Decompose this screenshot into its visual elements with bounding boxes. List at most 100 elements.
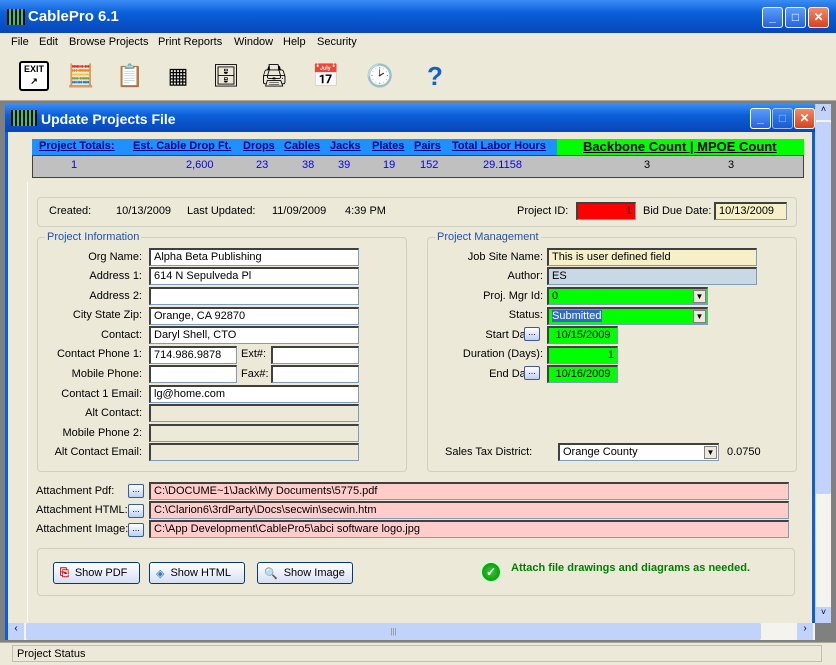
chevron-down-icon[interactable]: ▼ — [693, 310, 706, 323]
address1-input[interactable]: 614 N Sepulveda Pl — [149, 267, 359, 285]
menu-help[interactable]: Help — [283, 36, 306, 48]
end-date-input[interactable]: 10/16/2009 — [547, 365, 618, 383]
browse-html-button[interactable]: ... — [128, 504, 144, 518]
start-date-picker-button[interactable]: ... — [524, 327, 540, 341]
contact-phone1-label: Contact Phone 1: — [56, 348, 142, 360]
printer-icon[interactable]: 🖨 — [256, 58, 292, 94]
magnifier-icon: 🔍 — [264, 567, 278, 580]
menu-window[interactable]: Window — [234, 36, 273, 48]
scroll-down-button[interactable]: ˅ — [816, 607, 831, 623]
status-text: Project Status — [12, 645, 822, 662]
mobile-phone-input[interactable] — [149, 365, 237, 383]
alt-contact-email-input[interactable] — [149, 443, 359, 461]
city-state-zip-input[interactable]: Orange, CA 92870 — [149, 307, 359, 325]
sales-tax-select[interactable]: Orange County ▼ — [558, 443, 719, 461]
menu-browse-projects[interactable]: Browse Projects — [69, 36, 148, 48]
attachment-image-label: Attachment Image: — [36, 523, 129, 535]
show-pdf-label: Show PDF — [74, 567, 128, 579]
browse-pdf-button[interactable]: ... — [128, 484, 144, 498]
job-site-input[interactable]: This is user defined field — [547, 248, 757, 266]
show-pdf-button[interactable]: ⎘ Show PDF — [53, 562, 140, 584]
header-drops: Drops — [243, 140, 275, 152]
proj-mgr-select[interactable]: 0 ▼ — [547, 287, 708, 305]
file-cabinet-icon[interactable]: 🗄 — [208, 58, 244, 94]
alt-contact-input[interactable] — [149, 404, 359, 422]
contact-email-input[interactable]: lg@home.com — [149, 385, 359, 403]
created-date: 10/13/2009 — [116, 205, 172, 217]
menu-security[interactable]: Security — [317, 36, 357, 48]
author-label: Author: — [507, 270, 543, 282]
ext-input[interactable] — [271, 346, 359, 364]
bid-due-label: Bid Due Date: — [643, 205, 712, 217]
app-title-bar: CablePro 6.1 _ □ ✕ — [0, 0, 836, 33]
exit-icon[interactable]: EXIT ↗ — [16, 58, 52, 94]
vertical-scrollbar[interactable]: ˄ ˅ — [815, 104, 831, 623]
check-icon: ✓ — [480, 561, 502, 583]
project-id-field[interactable]: 1 — [576, 202, 636, 220]
horizontal-scrollbar[interactable]: ‹ ||| › — [8, 623, 815, 640]
minimize-button[interactable]: _ — [762, 7, 783, 28]
duration-input[interactable]: 1 — [547, 346, 618, 364]
project-management-title: Project Management — [435, 231, 541, 243]
org-name-input[interactable]: Alpha Beta Publishing — [149, 248, 359, 266]
updated-time: 4:39 PM — [345, 205, 386, 217]
show-image-label: Show Image — [283, 567, 345, 579]
menu-print-reports[interactable]: Print Reports — [158, 36, 222, 48]
attachment-pdf-input[interactable]: C:\DOCUME~1\Jack\My Documents\5775.pdf — [149, 482, 789, 500]
status-select[interactable]: Submitted ▼ — [547, 307, 708, 325]
child-minimize-button[interactable]: _ — [750, 108, 771, 129]
calendar-icon[interactable]: 📅 — [308, 58, 344, 94]
mpoe-count: 3 — [728, 159, 735, 171]
mobile-phone2-input[interactable] — [149, 424, 359, 442]
sales-tax-label: Sales Tax District: — [445, 446, 533, 458]
fax-label: Fax#: — [241, 368, 269, 380]
schedule-clock-icon[interactable]: 🕑 — [362, 58, 398, 94]
header-cables: Cables — [284, 140, 321, 152]
show-html-button[interactable]: ◈ Show HTML — [149, 562, 245, 584]
start-date-input[interactable]: 10/15/2009 — [547, 326, 618, 344]
chevron-down-icon[interactable]: ▼ — [704, 446, 717, 459]
horizontal-scroll-thumb[interactable]: ||| — [26, 623, 761, 640]
totals-values: 1 2,600 23 38 39 19 152 29.1158 3 3 — [32, 155, 804, 178]
scroll-right-button[interactable]: › — [797, 623, 813, 640]
header-labor-hours: Total Labor Hours — [452, 140, 546, 152]
attachment-image-input[interactable]: C:\App Development\CablePro5\abci softwa… — [149, 520, 789, 538]
scroll-left-button[interactable]: ‹ — [8, 623, 24, 640]
total-cable-drop: 2,600 — [186, 159, 214, 171]
total-plates: 19 — [383, 159, 396, 171]
checklist-icon[interactable]: 📋 — [112, 58, 148, 94]
close-button[interactable]: ✕ — [808, 7, 829, 28]
menu-file[interactable]: File — [11, 36, 29, 48]
attachment-html-input[interactable]: C:\Clarion6\3rdParty\Docs\secwin\secwin.… — [149, 501, 789, 519]
status-value: Submitted — [552, 310, 602, 322]
show-image-button[interactable]: 🔍 Show Image — [257, 562, 353, 584]
end-date-picker-button[interactable]: ... — [524, 366, 540, 380]
job-site-label: Job Site Name: — [467, 251, 543, 263]
vertical-scroll-thumb[interactable] — [816, 122, 831, 494]
total-projects: 1 — [71, 159, 78, 171]
menu-edit[interactable]: Edit — [39, 36, 58, 48]
child-close-button[interactable]: ✕ — [794, 108, 815, 129]
maximize-button[interactable]: □ — [785, 7, 806, 28]
spreadsheet-icon[interactable]: ▦ — [160, 58, 196, 94]
contact-input[interactable]: Daryl Shell, CTO — [149, 326, 359, 344]
address2-input[interactable] — [149, 287, 359, 305]
bid-due-date-field[interactable]: 10/13/2009 — [714, 202, 787, 220]
window-logo-icon — [11, 110, 37, 126]
updated-date: 11/09/2009 — [272, 205, 327, 217]
header-plates: Plates — [372, 140, 405, 152]
calculator-edit-icon[interactable]: 🧮 — [63, 58, 99, 94]
help-icon[interactable]: ? — [417, 58, 453, 94]
scroll-up-button[interactable]: ˄ — [816, 104, 831, 120]
chevron-down-icon[interactable]: ▼ — [693, 290, 706, 303]
author-input[interactable]: ES — [547, 267, 757, 285]
child-maximize-button[interactable]: □ — [772, 108, 793, 129]
contact-phone1-input[interactable]: 714.986.9878 — [149, 346, 237, 364]
backbone-count: 3 — [644, 159, 651, 171]
browse-image-button[interactable]: ... — [128, 523, 144, 537]
fax-input[interactable] — [271, 365, 359, 383]
mobile-phone-label: Mobile Phone: — [71, 368, 142, 380]
sales-tax-rate: 0.0750 — [727, 446, 761, 458]
created-label: Created: — [49, 205, 92, 217]
total-jacks: 39 — [338, 159, 351, 171]
